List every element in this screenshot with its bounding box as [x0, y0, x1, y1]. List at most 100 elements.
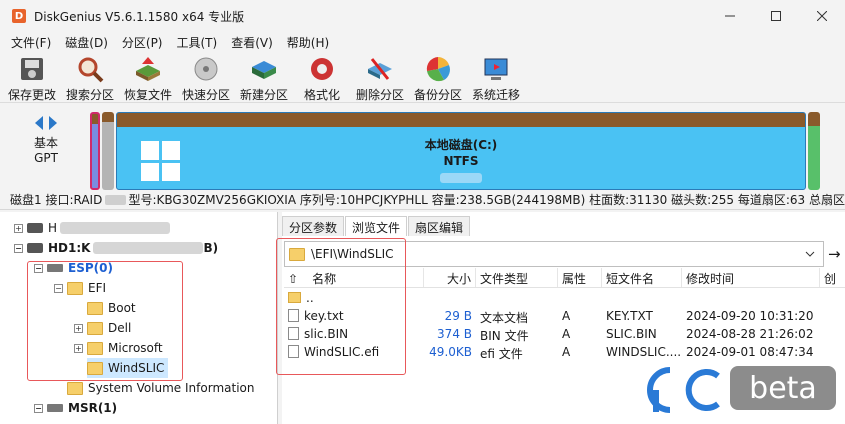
cnbeta-logo-icon: [647, 367, 720, 413]
col-modified[interactable]: 修改时间: [682, 268, 820, 287]
disk-type-basic: 基本: [33, 136, 58, 150]
file-mtime: 2024-09-20 10:31:20: [686, 309, 814, 323]
title-bar: D DiskGenius V5.6.1.1580 x64 专业版: [0, 0, 845, 32]
delete-partition-button[interactable]: 删除分区: [351, 53, 409, 103]
disk-type-panel: 基本 GPT: [10, 116, 82, 186]
msr-partition-block[interactable]: [102, 112, 114, 190]
quick-partition-button[interactable]: 快速分区: [177, 53, 235, 103]
file-mtime: 2024-09-01 08:47:34: [686, 345, 814, 359]
file-size: 374 B: [437, 327, 472, 341]
watermark-text: beta: [730, 366, 836, 410]
highlight-box-files: [276, 238, 406, 375]
system-migrate-icon: [480, 55, 512, 83]
file-attr: A: [562, 309, 571, 323]
tree-label-msr: MSR(1): [68, 401, 118, 415]
tree-node-svi[interactable]: System Volume Information: [67, 378, 254, 398]
collapse-icon[interactable]: −: [34, 403, 43, 413]
recover-files-icon: [132, 55, 164, 83]
file-type: BIN 文件: [480, 329, 529, 343]
expand-icon[interactable]: +: [14, 223, 23, 233]
c-partition-block[interactable]: 本地磁盘(C:) NTFS: [116, 112, 806, 190]
menu-disk[interactable]: 磁盘(D): [58, 34, 115, 51]
menu-file[interactable]: 文件(F): [4, 34, 58, 51]
tab-partition-params[interactable]: 分区参数: [282, 216, 345, 236]
esp-partition-block[interactable]: [90, 112, 100, 190]
delete-partition-label: 删除分区: [355, 88, 404, 102]
recover-files-label: 恢复文件: [123, 88, 172, 102]
save-changes-button[interactable]: 保存更改: [3, 53, 61, 103]
tab-browse-files[interactable]: 浏览文件: [345, 216, 408, 236]
file-short-name: SLIC.BIN: [606, 327, 657, 341]
backup-partition-button[interactable]: 备份分区: [409, 53, 467, 103]
col-size[interactable]: 大小: [424, 268, 476, 287]
disk-info-blurred: [105, 194, 126, 205]
menu-tools[interactable]: 工具(T): [170, 34, 225, 51]
file-short-name: WINDSLIC....: [606, 345, 682, 359]
recover-files-button[interactable]: 恢复文件: [119, 53, 177, 103]
menu-bar: 文件(F) 磁盘(D) 分区(P) 工具(T) 查看(V) 帮助(H): [0, 32, 845, 52]
disk-info-line: 磁盘1 接口:RAID 型号:KBG30ZMV256GKIOXIA 序列号:10…: [0, 190, 845, 210]
partition-icon: [47, 404, 63, 412]
delete-partition-icon: [364, 55, 396, 83]
folder-icon: [67, 381, 83, 395]
disk-map: 基本 GPT 本地磁盘(C:) NTFS: [0, 108, 845, 190]
close-button[interactable]: [799, 0, 845, 32]
new-partition-button[interactable]: 新建分区: [235, 53, 293, 103]
tab-sector-edit[interactable]: 扇区编辑: [408, 216, 471, 236]
tree-label-hd0: H: [48, 221, 58, 235]
menu-partition[interactable]: 分区(P): [115, 34, 170, 51]
system-migrate-button[interactable]: 系统迁移: [467, 53, 525, 103]
collapse-icon[interactable]: −: [14, 243, 23, 253]
file-size: 29 B: [444, 309, 472, 323]
disk-type-gpt: GPT: [34, 151, 58, 165]
search-partition-icon: [74, 55, 106, 83]
tree-hd0-blurred: [60, 222, 171, 234]
c-partition-fs: NTFS: [443, 154, 479, 168]
file-mtime: 2024-08-28 21:26:02: [686, 327, 814, 341]
file-type: efi 文件: [480, 347, 523, 361]
tree-label-hd1: HD1:K: [48, 241, 91, 255]
col-short-name[interactable]: 短文件名: [602, 268, 682, 287]
quick-partition-label: 快速分区: [181, 88, 230, 102]
file-attr: A: [562, 327, 571, 341]
search-partition-button[interactable]: 搜索分区: [61, 53, 119, 103]
format-button[interactable]: 格式化: [293, 53, 351, 103]
save-changes-label: 保存更改: [7, 88, 56, 102]
format-icon: [306, 55, 338, 83]
tree-label-hd1-suffix: B): [203, 241, 219, 255]
recovery-partition-block[interactable]: [808, 112, 820, 190]
tree-node-hd0[interactable]: + H: [14, 218, 171, 238]
close-icon: [817, 11, 827, 21]
diskgenius-app-icon: D: [12, 9, 26, 23]
disk-info-details: 型号:KBG30ZMV256GKIOXIA 序列号:10HPCJKYPHLL 容…: [128, 193, 845, 207]
tree-node-msr[interactable]: − MSR(1): [34, 398, 117, 418]
minimize-button[interactable]: [707, 0, 753, 32]
disk-tree-panel[interactable]: + H − HD1:K B) − ESP(0) − EFI Boot + Del…: [0, 212, 278, 424]
chevron-down-icon[interactable]: [805, 250, 815, 258]
maximize-icon: [771, 11, 781, 21]
menu-help[interactable]: 帮助(H): [280, 34, 336, 51]
maximize-button[interactable]: [753, 0, 799, 32]
tree-node-hd1[interactable]: − HD1:K B): [14, 238, 218, 258]
col-attr[interactable]: 属性: [558, 268, 602, 287]
next-disk-icon[interactable]: [49, 116, 57, 130]
disk-info-interface: 磁盘1 接口:RAID: [10, 193, 103, 207]
backup-partition-icon: [422, 55, 454, 83]
backup-partition-label: 备份分区: [413, 88, 462, 102]
file-attr: A: [562, 345, 571, 359]
new-partition-icon: [248, 55, 280, 83]
cnbeta-watermark: beta: [642, 362, 842, 414]
col-created[interactable]: 创: [820, 268, 842, 287]
hard-disk-icon: [27, 223, 43, 233]
tree-label-svi: System Volume Information: [88, 381, 255, 395]
window-title: DiskGenius V5.6.1.1580 x64 专业版: [34, 9, 245, 24]
file-type: 文本文档: [480, 311, 529, 325]
prev-disk-icon[interactable]: [35, 116, 43, 130]
go-arrow-icon[interactable]: →: [828, 245, 841, 263]
hard-disk-icon: [27, 243, 43, 253]
file-size: 49.0KB: [429, 345, 472, 359]
menu-view[interactable]: 查看(V): [224, 34, 280, 51]
col-type[interactable]: 文件类型: [476, 268, 558, 287]
format-label: 格式化: [303, 88, 340, 102]
toolbar: 保存更改 搜索分区 恢复文件 快速分区 新建分区 格式化 删除分区 备份分区 系…: [0, 53, 845, 103]
